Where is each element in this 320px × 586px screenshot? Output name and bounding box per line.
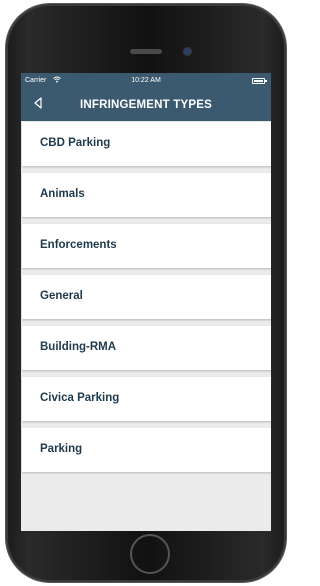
status-bar: Carrier 10:22 AM xyxy=(21,73,271,91)
speaker-grille xyxy=(130,49,162,54)
list-item-label: Enforcements xyxy=(40,239,117,251)
phone-frame: Carrier 10:22 AM INFRINGEMENT TYPES CBD … xyxy=(6,4,286,582)
app-screen: Carrier 10:22 AM INFRINGEMENT TYPES CBD … xyxy=(21,73,271,531)
list-item-parking[interactable]: Parking xyxy=(22,428,271,472)
front-camera xyxy=(184,48,191,55)
list-item-label: Parking xyxy=(40,443,83,455)
list-item-civica-parking[interactable]: Civica Parking xyxy=(22,377,271,421)
home-button[interactable] xyxy=(130,534,170,574)
list-item-enforcements[interactable]: Enforcements xyxy=(22,224,271,268)
page-title: INFRINGEMENT TYPES xyxy=(79,99,213,111)
navigation-bar: INFRINGEMENT TYPES xyxy=(21,91,271,121)
list-item-label: Building-RMA xyxy=(40,341,117,353)
list-item-label: CBD Parking xyxy=(40,137,111,149)
list-item-building-rma[interactable]: Building-RMA xyxy=(22,326,271,370)
battery-icon xyxy=(252,78,267,84)
list-item-general[interactable]: General xyxy=(22,275,271,319)
list-item-label: General xyxy=(40,290,83,302)
list-item-label: Animals xyxy=(40,188,85,200)
list-item-label: Civica Parking xyxy=(40,392,120,404)
status-time: 10:22 AM xyxy=(131,77,161,84)
list-item-animals[interactable]: Animals xyxy=(22,173,271,217)
list-item-cbd-parking[interactable]: CBD Parking xyxy=(22,122,271,166)
